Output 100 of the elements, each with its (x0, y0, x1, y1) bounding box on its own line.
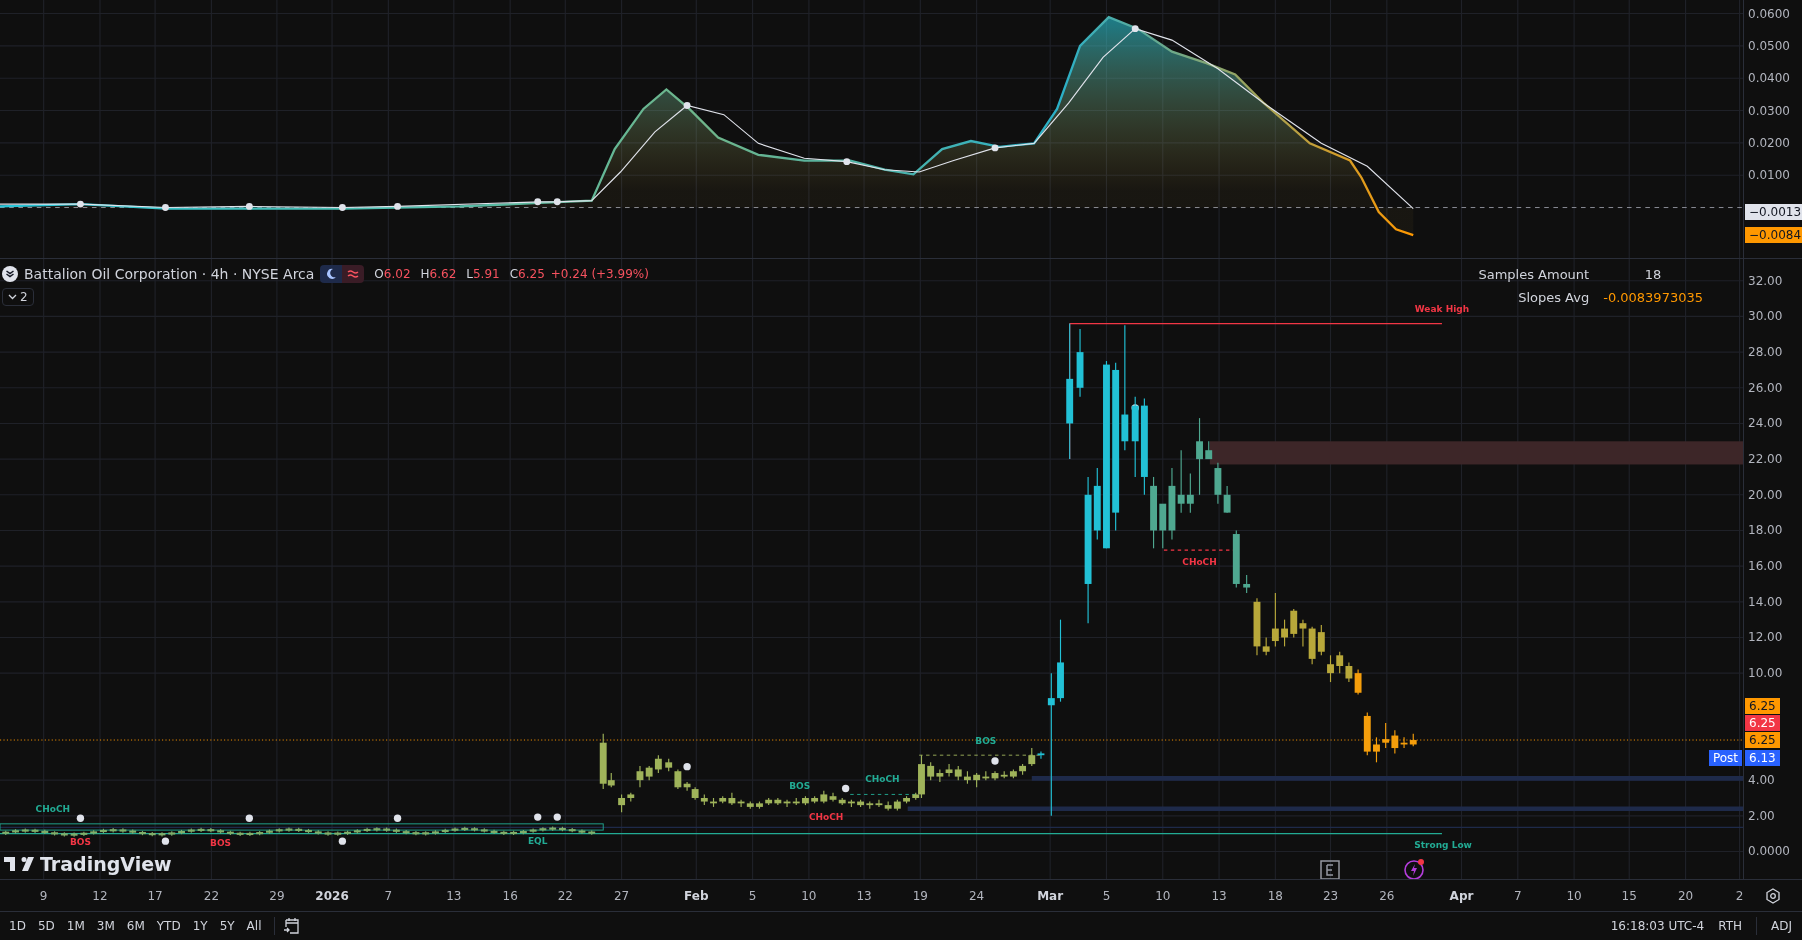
range-button[interactable]: 6M (121, 916, 150, 935)
session-tag: Post (1708, 749, 1742, 766)
ohlc-value: O6.02 (374, 267, 411, 281)
chart-label: Weak High (1414, 304, 1470, 315)
axis-label: 32.00 (1748, 273, 1783, 288)
price-badge: 6.25 (1745, 732, 1780, 749)
range-button[interactable]: 1D (4, 916, 31, 935)
time-label: 9 (39, 889, 48, 903)
clock-text: 16:18:03 UTC-4 (1609, 918, 1706, 933)
time-label: 15 (1621, 889, 1637, 903)
axis-label: 0.0400 (1748, 71, 1790, 86)
stat-value: 18 (1643, 267, 1663, 282)
chart-label: Strong Low (1414, 839, 1472, 850)
axis-label: 20.00 (1748, 487, 1783, 502)
time-label: Apr (1449, 889, 1474, 903)
range-button[interactable]: YTD (151, 916, 186, 935)
time-label: 2 (1735, 889, 1743, 903)
time-label: 19 (912, 889, 928, 903)
time-label: 13 (856, 889, 872, 903)
ohlc-value: L5.91 (466, 267, 500, 281)
chart-label: CHoCH (35, 804, 71, 815)
time-label: 10 (1566, 889, 1582, 903)
time-label: 24 (969, 889, 985, 903)
moon-icon (325, 268, 338, 280)
price-badge: 6.25 (1745, 697, 1780, 714)
time-label: 22 (203, 889, 220, 903)
stat-label: Samples Amount (1478, 267, 1590, 282)
chart-label: CHoCH (1182, 556, 1217, 567)
stat-value: -0.0083973035 (1603, 290, 1703, 305)
axis-label: 12.00 (1748, 630, 1783, 645)
ohlc-value: C6.25 (509, 267, 545, 281)
session-button[interactable]: RTH (1712, 918, 1748, 933)
symbol-title: Battalion Oil Corporation · 4h · NYSE Arca (24, 266, 315, 282)
value-badge: −0.0084 (1745, 227, 1802, 244)
axis-label: 0.0600 (1748, 6, 1790, 21)
range-button[interactable]: 3M (91, 916, 120, 935)
axis-label: 0.0000 (1748, 844, 1790, 859)
time-label: 7 (384, 889, 393, 903)
axis-label: 22.00 (1748, 452, 1783, 467)
lightning-icon[interactable] (1402, 858, 1425, 879)
time-label: 26 (1379, 889, 1395, 903)
axis-label: 16.00 (1748, 559, 1783, 574)
chart-label: CHoCH (865, 774, 900, 785)
time-label: 27 (613, 889, 630, 903)
axis-label: 14.00 (1748, 594, 1783, 609)
axis-label: 0.0500 (1748, 38, 1790, 53)
earnings-icon[interactable] (1320, 859, 1341, 879)
time-label: 16 (502, 889, 518, 903)
time-label: 13 (1211, 889, 1227, 903)
axis-label: 30.00 (1748, 309, 1783, 324)
axis-label: 0.0100 (1748, 168, 1790, 183)
axis-label: 18.00 (1748, 523, 1783, 538)
time-label: 2026 (315, 889, 349, 903)
time-label: 20 (1677, 889, 1694, 903)
chart-label: BOS (69, 837, 91, 848)
value-badge: −0.0013 (1745, 204, 1802, 221)
logo-text: TradingView (40, 853, 172, 875)
time-label: 7 (1514, 889, 1522, 903)
chevron-icon (8, 294, 17, 300)
ohlc-value: H6.62 (420, 267, 457, 281)
axis-label: 2.00 (1748, 808, 1775, 823)
time-label: Feb (684, 889, 709, 903)
time-label: 5 (1102, 889, 1111, 903)
axis-label: 10.00 (1748, 666, 1783, 681)
time-label: 10 (1155, 889, 1171, 903)
price-badge: 6.13 (1745, 749, 1780, 766)
wave-icon (347, 269, 360, 279)
settings-icon[interactable] (1764, 887, 1781, 904)
chart-label: BOS (789, 781, 811, 792)
range-button[interactable]: All (241, 916, 267, 935)
chart-label: BOS (210, 838, 232, 849)
stat-label: Slopes Avg (1517, 290, 1590, 305)
time-label: 17 (147, 889, 163, 903)
axis-label: 0.0300 (1748, 103, 1790, 118)
time-label: Mar (1037, 889, 1064, 903)
range-button[interactable]: 5Y (214, 916, 240, 935)
adjustment-button[interactable]: ADJ (1765, 918, 1798, 933)
axis-label: 4.00 (1748, 773, 1775, 788)
collapse-button[interactable]: 2 (2, 288, 34, 306)
range-button[interactable]: 5D (32, 916, 60, 935)
axis-label: 0.0200 (1748, 135, 1790, 150)
time-label: 12 (92, 889, 108, 903)
time-label: 10 (801, 889, 817, 903)
axis-label: 28.00 (1748, 345, 1783, 360)
range-button[interactable]: 1M (61, 916, 90, 935)
time-label: 22 (557, 889, 573, 903)
chart-label: BOS (975, 736, 997, 747)
logo-icon (4, 856, 34, 872)
price-change: +0.24 (+3.99%) (550, 267, 649, 281)
price-badge: 6.25 (1745, 715, 1780, 732)
chart-label: CHoCH (808, 812, 844, 823)
time-label: 29 (269, 889, 285, 903)
time-label: 13 (446, 889, 462, 903)
range-button[interactable]: 1Y (187, 916, 213, 935)
time-label: 5 (748, 889, 757, 903)
calendar-icon[interactable] (283, 916, 302, 935)
time-label: 23 (1322, 889, 1339, 903)
chart-label: EQL (527, 836, 548, 847)
axis-label: 26.00 (1748, 380, 1783, 395)
time-label: 18 (1267, 889, 1283, 903)
